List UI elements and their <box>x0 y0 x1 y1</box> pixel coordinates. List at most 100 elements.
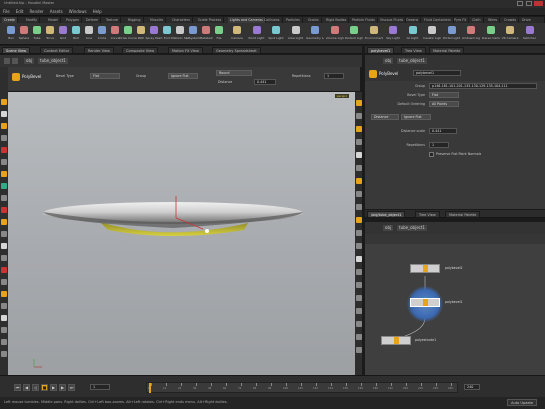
viewer-tool-icon[interactable] <box>1 207 7 213</box>
network-node-selected[interactable] <box>410 298 440 307</box>
jump-start-button[interactable]: ⏮ <box>14 384 21 391</box>
shelf-tool-torus[interactable]: Torus <box>43 25 57 43</box>
viewer-tool-icon[interactable] <box>1 111 7 117</box>
path-object[interactable]: tube_object1 <box>38 58 68 64</box>
minimize-icon[interactable] <box>517 1 523 6</box>
ignore-flat-section-tab[interactable]: Ignore Flat <box>401 114 431 120</box>
tab-context-editor[interactable]: Context Editor <box>40 47 74 54</box>
tab-composite-view[interactable]: Composite View <box>122 47 159 54</box>
back-arrow-icon[interactable] <box>4 58 10 64</box>
menu-file[interactable]: File <box>0 8 13 16</box>
viewer-tool-icon[interactable] <box>1 315 7 321</box>
viewer-tool-icon[interactable] <box>1 195 7 201</box>
path-object[interactable]: tube_object1 <box>397 58 427 64</box>
shelf-tool-vr-camera[interactable]: VR Camera <box>502 25 518 43</box>
step-forward-button[interactable]: ▶ <box>59 384 66 391</box>
auto-update-button[interactable]: Auto Update <box>507 399 537 406</box>
shelf-tool-sky-light[interactable]: Sky Light <box>386 25 400 43</box>
display-option-icon[interactable] <box>356 191 362 197</box>
forward-arrow-icon[interactable] <box>12 58 18 64</box>
node-name-field[interactable]: polybevel1 <box>413 70 461 76</box>
viewer-tool-icon[interactable] <box>1 123 7 129</box>
shelf-tool-file[interactable]: File <box>212 25 226 43</box>
play-button[interactable]: ▶ <box>50 384 57 391</box>
ignore-flat-select[interactable]: Ignore Flat <box>168 73 198 79</box>
jump-end-button[interactable]: ⏭ <box>68 384 75 391</box>
display-option-icon[interactable] <box>356 152 362 158</box>
tab-motion-fx-view[interactable]: Motion FX View <box>168 47 203 54</box>
bevel-type-select[interactable]: Flat <box>90 73 120 79</box>
viewer-tool-icon[interactable] <box>1 135 7 141</box>
display-option-icon[interactable] <box>356 139 362 145</box>
distance-field[interactable]: 0.441 <box>254 79 276 85</box>
distance-section-tab[interactable]: Distance <box>371 114 399 120</box>
shelf-tool-portal-light[interactable]: Portal Light <box>443 25 460 43</box>
shelf-tool-caustic-light[interactable]: Caustic Light <box>423 25 441 43</box>
tab-scene-view[interactable]: Scene View <box>2 47 31 54</box>
viewer-tool-icon[interactable] <box>1 183 7 189</box>
viewer-tool-icon[interactable] <box>1 99 7 105</box>
tab-tree-view[interactable]: Tree View <box>415 211 440 218</box>
tab-material-palette[interactable]: Material Palette <box>445 211 481 218</box>
shelf-tool-grid[interactable]: Grid <box>56 25 70 43</box>
display-option-icon[interactable] <box>356 256 362 262</box>
shelf-tool-path[interactable]: Path <box>134 25 148 43</box>
repetitions-field[interactable]: 1 <box>324 73 344 79</box>
maximize-icon[interactable] <box>526 1 532 6</box>
group-field[interactable]: p146-181-101-201-135-130-129-135-104-111 <box>429 83 537 89</box>
display-option-icon[interactable] <box>356 204 362 210</box>
shelf-tool-geometry-light[interactable]: Geometry Light <box>306 25 324 43</box>
display-option-icon[interactable] <box>356 321 362 327</box>
repetitions-field[interactable]: 1 <box>429 142 449 148</box>
display-option-icon[interactable] <box>356 113 362 119</box>
network-node[interactable] <box>381 336 411 345</box>
display-option-icon[interactable] <box>356 282 362 288</box>
display-option-icon[interactable] <box>356 217 362 223</box>
shelf-tool-stereo-camera[interactable]: Stereo Camera <box>482 25 500 43</box>
shelf-tool-box[interactable]: Box <box>4 25 18 43</box>
time-slider[interactable]: 1122436486072849610812013214415616818019… <box>146 382 458 393</box>
shelf-tool-platonic-solids[interactable]: Platonic Solids <box>171 25 189 43</box>
shelf-tool-draw-curve[interactable]: Draw Curve <box>119 25 137 43</box>
shelf-tool-camera[interactable]: Camera <box>230 25 244 43</box>
display-option-icon[interactable] <box>356 230 362 236</box>
menu-render[interactable]: Render <box>26 8 46 16</box>
tab-material-palette[interactable]: Material Palette <box>429 47 465 54</box>
viewer-tool-icon[interactable] <box>1 279 7 285</box>
shelf-tool-l-system[interactable]: L-System <box>186 25 200 43</box>
tab-render-view[interactable]: Render View <box>84 47 114 54</box>
display-option-icon[interactable] <box>356 165 362 171</box>
bevel-type-select[interactable]: Flat <box>429 92 459 98</box>
stop-button[interactable]: ■ <box>41 384 48 391</box>
display-option-icon[interactable] <box>356 100 362 106</box>
shelf-tool-tube[interactable]: Tube <box>30 25 44 43</box>
display-option-icon[interactable] <box>356 126 362 132</box>
shelf-tool-ambient-light[interactable]: Ambient Light <box>462 25 480 43</box>
shelf-tool-point-light[interactable]: Point Light <box>249 25 264 43</box>
path-obj[interactable]: obj <box>383 58 394 64</box>
shelf-tool-environment-light[interactable]: Environment Light <box>365 25 383 43</box>
viewer-tool-icon[interactable] <box>1 303 7 309</box>
menu-assets[interactable]: Assets <box>47 8 66 16</box>
viewer-tool-icon[interactable] <box>1 147 7 153</box>
path-object[interactable]: tube_object1 <box>397 225 427 231</box>
display-option-icon[interactable] <box>356 178 362 184</box>
shelf-tool-curve[interactable]: Curve <box>108 25 122 43</box>
step-back-button[interactable]: ◀ <box>23 384 30 391</box>
preserve-normals-checkbox[interactable] <box>429 152 434 157</box>
display-option-icon[interactable] <box>356 334 362 340</box>
display-option-icon[interactable] <box>356 347 362 353</box>
viewer-tool-icon[interactable] <box>1 159 7 165</box>
viewer-tool-icon[interactable] <box>1 231 7 237</box>
shelf-tool-circle[interactable]: Circle <box>95 25 109 43</box>
path-obj[interactable]: obj <box>24 58 35 64</box>
shelf-tool-area-light[interactable]: Area Light <box>288 25 303 43</box>
viewer-tool-icon[interactable] <box>1 255 7 261</box>
current-frame-field[interactable]: 1 <box>90 384 110 390</box>
viewer-tool-icon[interactable] <box>1 267 7 273</box>
menu-windows[interactable]: Windows <box>66 8 90 16</box>
viewer-tool-icon[interactable] <box>1 339 7 345</box>
viewer-tool-icon[interactable] <box>1 351 7 357</box>
playhead[interactable] <box>149 383 151 393</box>
network-editor[interactable]: polybevel2 polybevel1 polyextrude1 <box>365 244 545 375</box>
